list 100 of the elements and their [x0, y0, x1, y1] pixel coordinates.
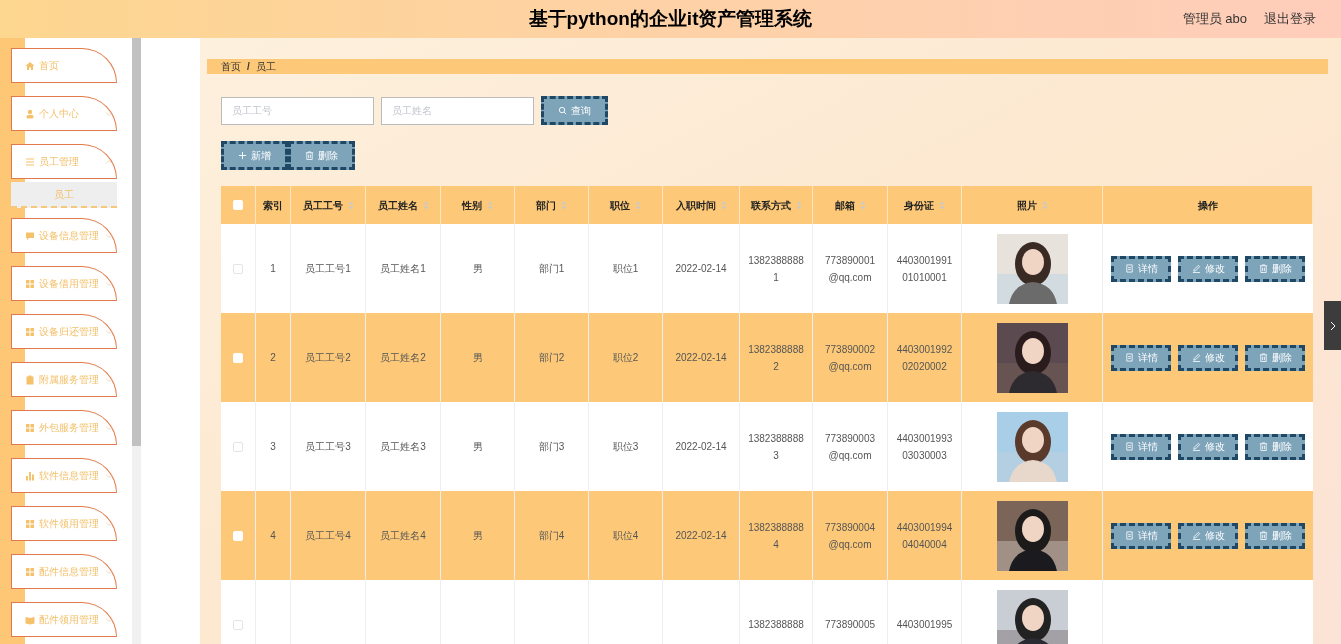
submenu-item[interactable]: 员工 [11, 182, 117, 208]
menu-item[interactable]: 设备归还管理 [11, 314, 117, 349]
table-cell-text: 4403001991 01010001 [896, 253, 953, 285]
column-header[interactable]: 联系方式 [750, 197, 791, 213]
table-cell-text: 员工工号4 [305, 529, 351, 543]
table-cell-text: 员工姓名3 [380, 440, 426, 454]
grid-icon [25, 518, 35, 529]
delete-button[interactable]: 删除 [1245, 433, 1305, 460]
table-cell-text: 部门2 [538, 351, 565, 365]
delete-button[interactable]: 删除 [1245, 522, 1305, 549]
table-cell-text: 职位1 [612, 262, 639, 276]
menu-item[interactable]: 首页 [11, 48, 117, 83]
plus-icon [238, 151, 247, 160]
breadcrumb-separator: / [247, 60, 250, 74]
delete-button[interactable]: 删除 [1245, 344, 1305, 371]
table-cell-text: 4403001992 02020002 [896, 342, 953, 374]
details-button[interactable]: 详情 [1111, 522, 1171, 549]
table-cell-text: 职位2 [612, 351, 639, 365]
table-cell-text: 4 [270, 529, 276, 543]
table-cell-text: 男 [472, 440, 483, 454]
search-button[interactable]: 查询 [541, 96, 608, 125]
menu-item[interactable]: 个人中心 [11, 96, 117, 131]
row-checkbox[interactable] [233, 441, 243, 452]
search-icon [558, 106, 567, 115]
trash-icon [1258, 442, 1268, 451]
table-row[interactable]: 4 员工工号4 员工姓名4 男 部门4 职位4 2022-02-14 1382388888 4 773890004 @qq.com 4403001994 04040004 详情 修改 删除 [221, 491, 1313, 580]
table-cell-text: 职位4 [612, 529, 639, 543]
table-cell-text: 2022-02-14 [675, 262, 727, 276]
column-header[interactable]: 部门 [536, 197, 556, 213]
grid-icon [25, 566, 35, 577]
grid-icon [25, 278, 35, 289]
table-cell-text: 773890005 [824, 618, 876, 632]
edit-button[interactable]: 修改 [1178, 522, 1238, 549]
clipboard-icon [25, 374, 35, 385]
details-button[interactable]: 详情 [1111, 255, 1171, 282]
column-header[interactable]: 入职时间 [675, 197, 716, 213]
table-cell-text: 1382388888 4 [748, 520, 804, 552]
table-cell-text: 773890004 @qq.com [824, 520, 876, 552]
edit-button[interactable]: 修改 [1178, 255, 1238, 282]
table-cell-text: 员工工号2 [305, 351, 351, 365]
pencil-icon [1191, 531, 1201, 540]
table-cell-text: 4403001995 [896, 618, 953, 632]
document-icon [1124, 353, 1134, 362]
column-header[interactable]: 邮箱 [834, 197, 855, 213]
breadcrumb-item[interactable]: 首页 [221, 59, 241, 74]
table-cell-text: 员工工号3 [305, 440, 351, 454]
menu-item[interactable]: 软件信息管理 [11, 458, 117, 493]
row-checkbox[interactable] [233, 619, 243, 630]
scrollbar-thumb[interactable] [132, 38, 141, 446]
table-cell-text: 员工姓名2 [380, 351, 426, 365]
table-cell-text: 1 [270, 262, 276, 276]
trash-icon [1258, 264, 1268, 273]
table-cell-text: 部门3 [538, 440, 565, 454]
column-header[interactable]: 员工姓名 [377, 197, 418, 213]
chat-icon [25, 230, 35, 241]
column-header[interactable]: 职位 [610, 197, 630, 213]
details-button[interactable]: 详情 [1111, 344, 1171, 371]
row-checkbox[interactable] [233, 530, 243, 541]
table-row[interactable]: 2 员工工号2 员工姓名2 男 部门2 职位2 2022-02-14 1382388888 2 773890002 @qq.com 4403001992 02020002 详情 修改 删除 [221, 313, 1313, 402]
logout-link[interactable]: 退出登录 [1264, 9, 1316, 29]
table-cell-text: 2022-02-14 [675, 440, 727, 454]
user-label: 管理员 abo [1182, 10, 1247, 29]
delete-button[interactable]: 删除 [288, 141, 355, 170]
menu-item[interactable]: 外包服务管理 [11, 410, 117, 445]
column-header[interactable]: 员工工号 [302, 197, 343, 213]
table-cell-text: 1382388888 [748, 618, 804, 632]
table-cell-text: 3 [270, 440, 276, 454]
home-icon [25, 60, 35, 71]
menu-item[interactable]: 设备信息管理 [11, 218, 117, 253]
column-header: 操作 [1197, 198, 1218, 213]
column-header[interactable]: 性别 [462, 197, 482, 213]
table-cell-text: 部门4 [538, 529, 565, 543]
bar-chart-icon [25, 470, 35, 481]
details-button[interactable]: 详情 [1111, 433, 1171, 460]
menu-item[interactable]: 配件信息管理 [11, 554, 117, 589]
document-icon [1124, 442, 1134, 451]
edit-button[interactable]: 修改 [1178, 344, 1238, 371]
table-cell-text: 4403001993 03030003 [896, 431, 953, 463]
table-cell-text: 员工姓名1 [380, 262, 426, 276]
edit-button[interactable]: 修改 [1178, 433, 1238, 460]
row-checkbox[interactable] [233, 352, 243, 363]
column-header[interactable]: 照片 [1016, 197, 1037, 213]
table-cell-text: 员工姓名4 [380, 529, 426, 543]
table-cell-text: 773890003 @qq.com [824, 431, 876, 463]
trash-icon [1258, 531, 1268, 540]
select-all-checkbox[interactable] [233, 200, 243, 210]
menu-item[interactable]: 附属服务管理 [11, 362, 117, 397]
table-cell-text: 1382388888 3 [748, 431, 804, 463]
user-icon [25, 108, 35, 119]
menu-item[interactable]: 设备借用管理 [11, 266, 117, 301]
menu-item[interactable]: 配件领用管理 [11, 602, 117, 637]
panel-toggle[interactable] [1324, 301, 1341, 350]
menu-item[interactable]: 软件领用管理 [11, 506, 117, 541]
add-button[interactable]: 新增 [221, 141, 288, 170]
breadcrumb-item: 员工 [255, 60, 276, 74]
menu-item[interactable]: 员工管理 [11, 144, 117, 179]
column-header[interactable]: 身份证 [904, 197, 934, 213]
row-checkbox[interactable] [233, 263, 243, 274]
delete-button[interactable]: 删除 [1245, 255, 1305, 282]
grid-icon [25, 326, 35, 337]
